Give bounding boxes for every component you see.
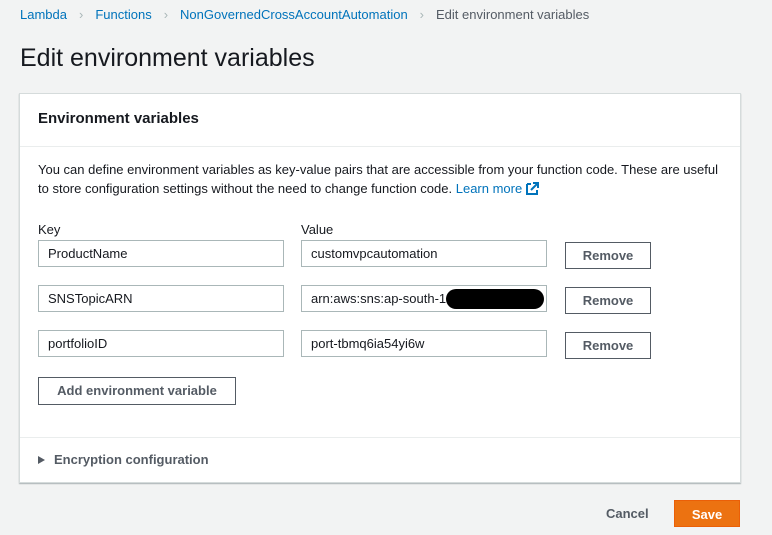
breadcrumb-functions[interactable]: Functions xyxy=(95,7,151,22)
env-vars-panel: Environment variables You can define env… xyxy=(19,93,741,483)
encryption-label: Encryption configuration xyxy=(54,452,209,467)
encryption-toggle[interactable]: Encryption configuration xyxy=(38,452,209,467)
key-input[interactable]: ProductName xyxy=(38,240,284,267)
learn-more-link[interactable]: Learn more xyxy=(456,181,539,196)
add-env-var-button[interactable]: Add environment variable xyxy=(38,377,236,405)
remove-button[interactable]: Remove xyxy=(565,332,651,359)
breadcrumb-lambda[interactable]: Lambda xyxy=(20,7,67,22)
value-input[interactable]: port-tbmq6ia54yi6w xyxy=(301,330,547,357)
panel-description: You can define environment variables as … xyxy=(38,160,728,198)
breadcrumb-current: Edit environment variables xyxy=(436,7,590,22)
chevron-right-icon: › xyxy=(419,7,425,22)
value-label: Value xyxy=(301,222,334,237)
page-title: Edit environment variables xyxy=(20,44,315,72)
save-button[interactable]: Save xyxy=(674,500,740,527)
description-text: You can define environment variables as … xyxy=(38,162,718,196)
value-input[interactable]: customvpcautomation xyxy=(301,240,547,267)
value-input[interactable]: arn:aws:sns:ap-south-1: xyxy=(301,285,547,312)
breadcrumb-function[interactable]: NonGovernedCrossAccountAutomation xyxy=(180,7,408,22)
external-link-icon xyxy=(525,182,539,195)
breadcrumb: Lambda › Functions › NonGovernedCrossAccou… xyxy=(20,7,589,22)
redaction-mark xyxy=(446,289,544,309)
panel-title: Environment variables xyxy=(20,94,740,147)
key-input[interactable]: SNSTopicARN xyxy=(38,285,284,312)
key-label: Key xyxy=(38,222,61,237)
remove-button[interactable]: Remove xyxy=(565,287,651,314)
key-input[interactable]: portfolioID xyxy=(38,330,284,357)
divider xyxy=(20,437,740,438)
caret-right-icon xyxy=(38,455,45,464)
cancel-button[interactable]: Cancel xyxy=(596,503,659,524)
chevron-right-icon: › xyxy=(163,7,169,22)
remove-button[interactable]: Remove xyxy=(565,242,651,269)
chevron-right-icon: › xyxy=(78,7,84,22)
